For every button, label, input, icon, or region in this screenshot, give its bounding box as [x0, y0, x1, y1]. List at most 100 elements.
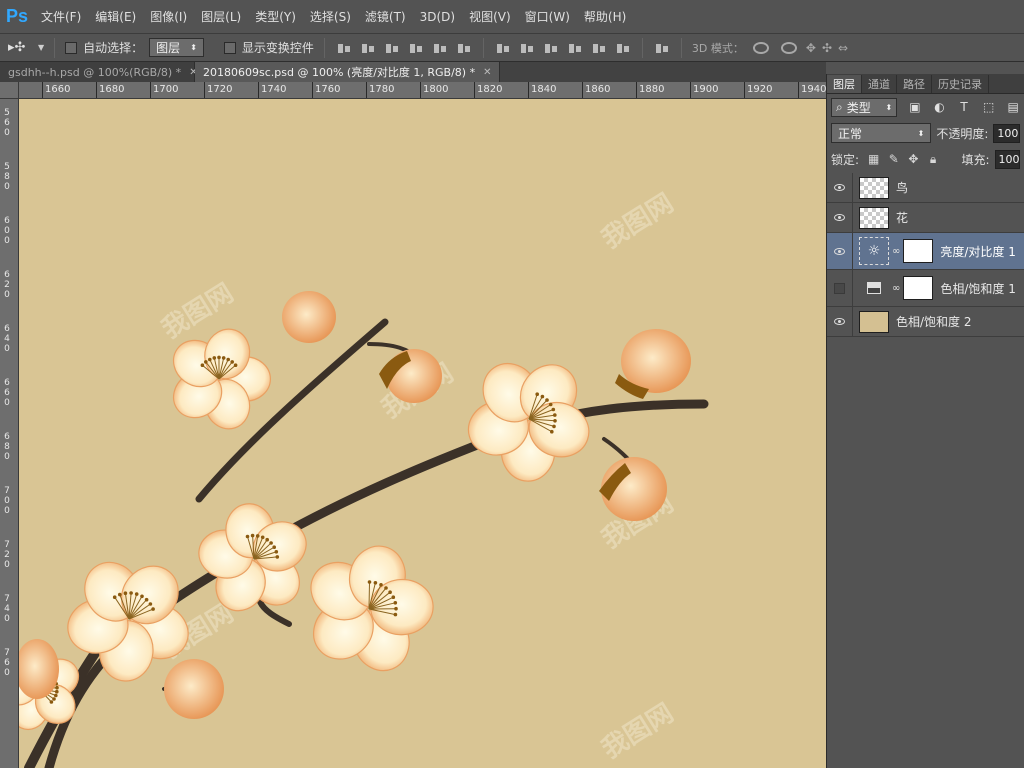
layer-name[interactable]: 亮度/对比度 1 [940, 243, 1016, 260]
eye-icon [834, 214, 845, 221]
3d-pan-icon[interactable]: ✥ [806, 41, 816, 55]
distribute-hcenter-icon[interactable] [592, 41, 606, 55]
layer-hue-saturation-2[interactable]: 色相/饱和度 2 [827, 307, 1024, 337]
layer-flower[interactable]: 花 [827, 203, 1024, 233]
auto-align-layers-icon[interactable] [655, 41, 669, 55]
document-canvas[interactable]: 我图网 我图网 我图网 我图网 我图网 我图网 [19, 99, 826, 768]
layer-name[interactable]: 色相/饱和度 1 [940, 280, 1016, 297]
tab-document-2[interactable]: 20180609sc.psd @ 100% (亮度/对比度 1, RGB/8) … [195, 62, 501, 82]
move-tool-icon[interactable]: ▸✣ [8, 40, 32, 55]
tool-preset-arrow-icon[interactable]: ▼ [38, 43, 44, 52]
layer-mask-thumbnail[interactable] [903, 276, 934, 300]
visibility-toggle[interactable] [827, 307, 853, 336]
visibility-toggle[interactable] [827, 173, 853, 202]
blend-mode-dropdown[interactable]: 正常 ⬍ [831, 123, 932, 143]
menu-type[interactable]: 类型(Y) [248, 8, 303, 25]
tab-layers[interactable]: 图层 [827, 75, 862, 93]
menu-view[interactable]: 视图(V) [462, 8, 518, 25]
anther [367, 580, 372, 584]
tab-channels[interactable]: 通道 [862, 75, 897, 93]
distribute-vcenter-icon[interactable] [520, 41, 534, 55]
ruler-tick: 740 [4, 594, 10, 624]
align-vertical-centers-icon[interactable] [361, 41, 375, 55]
anther [548, 402, 553, 407]
menu-layer[interactable]: 图层(L) [194, 8, 248, 25]
auto-select-dropdown[interactable]: 图层 ⬍ [149, 38, 204, 57]
anther [545, 398, 549, 402]
filter-shape-icon[interactable]: ⬚ [982, 100, 996, 114]
ruler-tick: 1860 [581, 82, 611, 98]
visibility-toggle[interactable] [827, 270, 853, 306]
blossom-artwork: 我图网 我图网 我图网 我图网 我图网 我图网 [19, 99, 826, 768]
ruler-corner[interactable] [0, 82, 19, 99]
ruler-tick: 720 [4, 540, 10, 570]
align-right-edges-icon[interactable] [457, 41, 471, 55]
dropdown-arrows-icon: ⬍ [917, 128, 925, 138]
menu-select[interactable]: 选择(S) [303, 8, 358, 25]
lock-all-icon[interactable]: 🔒︎ [928, 153, 939, 165]
search-icon: ⌕ [836, 99, 843, 114]
distribute-right-icon[interactable] [616, 41, 630, 55]
layer-thumbnail [859, 310, 889, 333]
tab-document-1[interactable]: gsdhh--h.psd @ 100%(RGB/8) * ✕ [0, 62, 198, 82]
align-horizontal-centers-icon[interactable] [433, 41, 447, 55]
align-top-edges-icon[interactable] [337, 41, 351, 55]
align-bottom-edges-icon[interactable] [385, 41, 399, 55]
close-icon[interactable]: ✕ [483, 67, 491, 78]
distribute-left-icon[interactable] [568, 41, 582, 55]
ruler-tick: 1800 [419, 82, 449, 98]
filter-adjustment-icon[interactable]: ◐ [933, 100, 947, 114]
auto-select-checkbox[interactable] [65, 41, 78, 54]
horizontal-ruler[interactable]: 1660 1680 1700 1720 1740 1760 1780 1800 … [19, 82, 826, 99]
menu-3d[interactable]: 3D(D) [413, 10, 462, 24]
layer-name[interactable]: 鸟 [896, 179, 908, 196]
lock-image-pixels-icon[interactable]: ✎ [888, 153, 899, 165]
eye-icon [834, 247, 845, 255]
visibility-toggle[interactable] [827, 203, 853, 232]
menu-window[interactable]: 窗口(W) [518, 8, 577, 25]
opacity-label: 不透明度: [936, 126, 989, 141]
tab-paths[interactable]: 路径 [897, 75, 932, 93]
blend-mode-value: 正常 [838, 126, 863, 141]
lock-position-icon[interactable]: ✥ [908, 153, 919, 165]
dropdown-arrows-icon: ⬍ [190, 43, 197, 52]
anther [373, 581, 378, 585]
menu-image[interactable]: 图像(I) [143, 8, 194, 25]
ruler-tick: 1880 [635, 82, 665, 98]
filter-type-icon[interactable]: T [957, 100, 971, 114]
menu-file[interactable]: 文件(F) [34, 8, 88, 25]
stamen [368, 581, 370, 610]
show-transform-checkbox[interactable] [223, 41, 236, 54]
visibility-toggle[interactable] [827, 233, 853, 269]
anther [388, 590, 392, 594]
3d-slide-icon[interactable]: ✣ [822, 41, 832, 55]
3d-roll-icon[interactable] [780, 41, 797, 54]
menu-help[interactable]: 帮助(H) [577, 8, 633, 25]
layer-hue-saturation-1[interactable]: ∞ 色相/饱和度 1 [827, 270, 1024, 307]
layer-filter-dropdown[interactable]: ⌕ 类型 ⬍ [831, 97, 898, 117]
blend-row: 正常 ⬍ 不透明度: 100% [827, 120, 1024, 146]
filter-pixel-icon[interactable]: ▣ [908, 100, 922, 114]
tab-history[interactable]: 历史记录 [932, 75, 989, 93]
fill-input[interactable]: 100% [994, 149, 1020, 169]
opacity-input[interactable]: 100% [993, 123, 1020, 143]
layer-name[interactable]: 色相/饱和度 2 [896, 313, 972, 330]
3d-rotate-icon[interactable] [752, 41, 769, 54]
anther [55, 685, 59, 690]
menu-filter[interactable]: 滤镜(T) [358, 8, 413, 25]
distribute-bottom-icon[interactable] [544, 41, 558, 55]
link-chain-icon[interactable]: ∞ [892, 283, 900, 294]
distribute-top-icon[interactable] [496, 41, 510, 55]
layer-brightness-contrast[interactable]: ☼ ∞ 亮度/对比度 1 [827, 233, 1024, 270]
align-left-edges-icon[interactable] [409, 41, 423, 55]
layer-mask-thumbnail[interactable] [903, 239, 934, 263]
filter-smart-object-icon[interactable]: ▤ [1006, 100, 1020, 114]
3d-scale-icon[interactable]: ⇔ [838, 41, 848, 55]
layer-bird[interactable]: 鸟 [827, 173, 1024, 203]
link-chain-icon[interactable]: ∞ [892, 246, 900, 257]
vertical-ruler[interactable]: 560 580 600 620 640 660 680 700 720 740 … [0, 99, 19, 768]
layer-name[interactable]: 花 [896, 209, 908, 226]
lock-transparent-icon[interactable]: ▦ [868, 153, 879, 165]
anther [275, 555, 280, 559]
menu-edit[interactable]: 编辑(E) [88, 8, 143, 25]
